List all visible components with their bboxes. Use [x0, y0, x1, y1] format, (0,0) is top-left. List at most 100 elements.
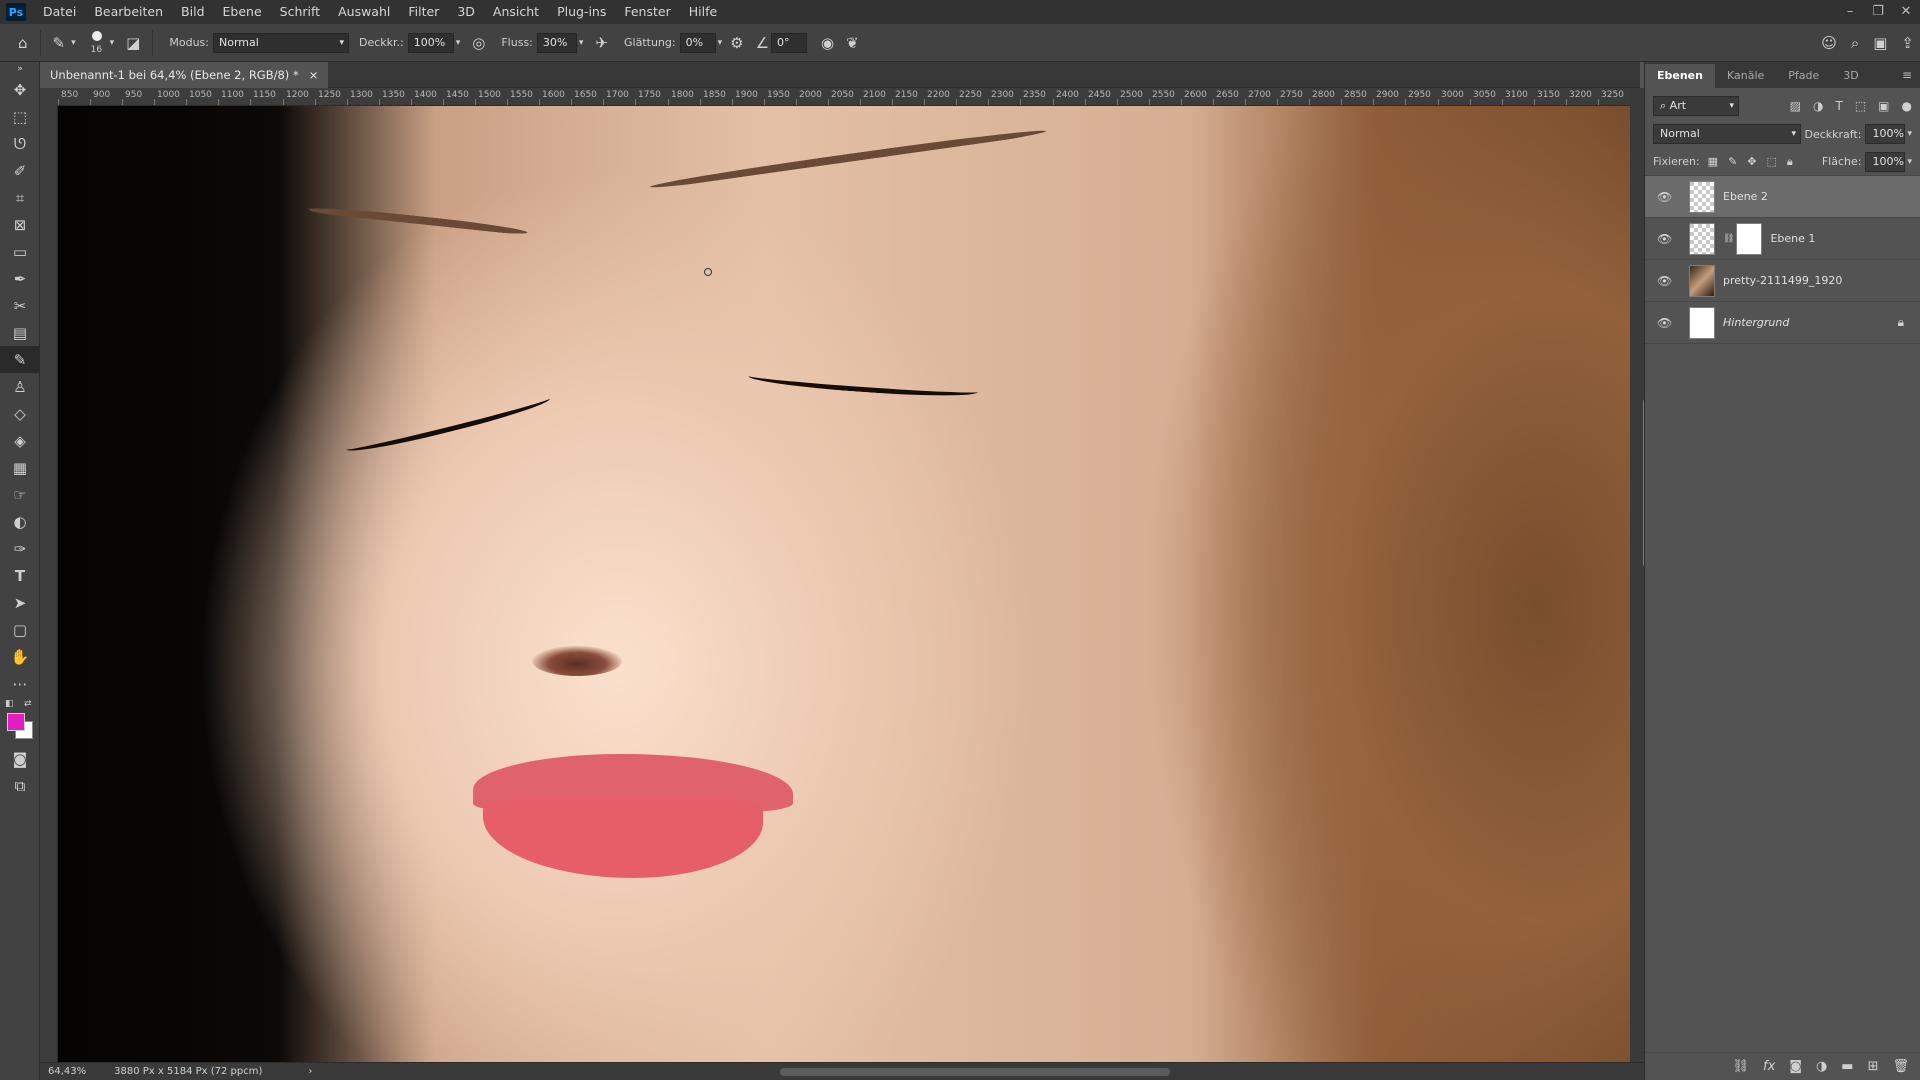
vertical-ruler[interactable] — [40, 106, 58, 1062]
clone-stamp-tool-icon[interactable]: ♙ — [0, 373, 40, 400]
chevron-down-icon[interactable]: ▾ — [1907, 129, 1912, 139]
fill-field[interactable]: 100% — [1865, 151, 1906, 172]
pressure-opacity-icon[interactable]: ◎ — [472, 34, 485, 52]
chevron-down-icon[interactable]: ▾ — [110, 38, 115, 48]
menu-filter[interactable]: Filter — [399, 0, 448, 24]
layer-filter-select[interactable]: ⌕ Art ▾ — [1653, 96, 1739, 116]
filter-toggle-icon[interactable]: ● — [1902, 99, 1912, 113]
crop-tool-icon[interactable]: ⌗ — [0, 184, 40, 211]
tab-pfade[interactable]: Pfade — [1776, 64, 1831, 88]
symmetry-butterfly-icon[interactable]: ❦ — [846, 34, 859, 52]
airbrush-icon[interactable]: ✈ — [595, 34, 608, 52]
menu-ebene[interactable]: Ebene — [214, 0, 271, 24]
new-layer-icon[interactable]: ⊞ — [1868, 1059, 1879, 1074]
foreground-color-swatch[interactable] — [7, 713, 25, 731]
menu-datei[interactable]: Datei — [34, 0, 85, 24]
pen-tool-icon[interactable]: ✑ — [0, 535, 40, 562]
horizontal-ruler[interactable]: 850 900 950 1000 1050 1100 1150 1200 1250 1300 135… — [58, 88, 1630, 106]
chevron-down-icon[interactable]: ▾ — [718, 38, 723, 48]
workspace-icon[interactable]: ▣ — [1873, 34, 1887, 52]
restore-button[interactable]: ❐ — [1864, 0, 1892, 24]
smoothing-settings-gear-icon[interactable]: ⚙ — [730, 34, 743, 52]
brush-tool-icon[interactable]: ✎ — [0, 346, 40, 373]
layer-photo[interactable]: 👁︎ pretty-2111499_1920 — [1645, 260, 1920, 302]
healing-brush-tool-icon[interactable]: ✂ — [0, 292, 40, 319]
mode-select[interactable]: Normal ▾ — [212, 32, 349, 53]
menu-schrift[interactable]: Schrift — [271, 0, 329, 24]
chevron-down-icon[interactable]: ▾ — [579, 38, 584, 48]
brush-size-picker[interactable]: 16 — [84, 28, 110, 58]
layer-mask-thumbnail[interactable] — [1736, 222, 1763, 255]
panel-menu-icon[interactable]: ≡ — [1902, 68, 1912, 82]
tab-3d[interactable]: 3D — [1831, 64, 1870, 88]
flow-field[interactable]: 30% — [536, 32, 577, 53]
quick-selection-tool-icon[interactable]: ✐ — [0, 157, 40, 184]
lock-image-icon[interactable]: ✎ — [1728, 155, 1737, 168]
lock-all-icon[interactable]: 🔒︎ — [1787, 155, 1793, 169]
lock-transparent-icon[interactable]: ▦ — [1708, 155, 1718, 168]
gradient-tool-icon[interactable]: ▦ — [0, 454, 40, 481]
close-window-button[interactable]: ✕ — [1892, 0, 1920, 24]
paint-bucket-tool-icon[interactable]: ◈ — [0, 427, 40, 454]
menu-bild[interactable]: Bild — [172, 0, 213, 24]
chevron-down-icon[interactable]: ▾ — [71, 38, 76, 48]
blend-mode-select[interactable]: Normal ▾ — [1653, 124, 1801, 144]
tab-kanaele[interactable]: Kanäle — [1715, 64, 1776, 88]
layer-hintergrund[interactable]: 👁︎ Hintergrund 🔒︎ — [1645, 302, 1920, 344]
share-icon[interactable]: ⇪ — [1901, 34, 1914, 52]
vertical-scrollbar[interactable] — [1630, 88, 1651, 1062]
type-tool-icon[interactable]: T — [0, 562, 40, 589]
path-selection-tool-icon[interactable]: ➤ — [0, 589, 40, 616]
home-icon[interactable]: ⌂ — [18, 34, 28, 52]
menu-plugins[interactable]: Plug-ins — [548, 0, 615, 24]
minimize-button[interactable]: – — [1836, 0, 1864, 24]
lock-artboard-icon[interactable]: ⬚ — [1767, 155, 1777, 168]
menu-ansicht[interactable]: Ansicht — [484, 0, 548, 24]
visibility-eye-icon[interactable]: 👁︎ — [1657, 274, 1679, 288]
tab-ebenen[interactable]: Ebenen — [1645, 64, 1715, 88]
quick-mask-icon[interactable]: ◙ — [0, 745, 40, 772]
filter-pixel-icon[interactable]: ▨ — [1790, 99, 1801, 113]
status-menu-arrow[interactable]: › — [308, 1066, 312, 1077]
new-group-folder-icon[interactable]: ▬ — [1841, 1059, 1853, 1074]
zoom-level[interactable]: 64,43% — [48, 1066, 86, 1077]
layer-opacity-field[interactable]: 100% — [1865, 124, 1906, 144]
layer-style-fx-icon[interactable]: fx — [1763, 1059, 1775, 1074]
layer-ebene-2[interactable]: 👁︎ Ebene 2 — [1645, 176, 1920, 218]
eyedropper-tool-icon[interactable]: ✒ — [0, 265, 40, 292]
menu-3d[interactable]: 3D — [448, 0, 484, 24]
adjustment-layer-icon[interactable]: ◑ — [1816, 1059, 1827, 1074]
search-icon[interactable]: ⌕ — [1851, 34, 1859, 52]
frame-tool-icon[interactable]: ⊠ — [0, 211, 40, 238]
visibility-eye-icon[interactable]: 👁︎ — [1657, 232, 1679, 246]
menu-fenster[interactable]: Fenster — [615, 0, 679, 24]
opacity-field[interactable]: 100% — [407, 32, 454, 53]
default-colors-icon[interactable]: ◧ — [5, 699, 14, 709]
visibility-eye-icon[interactable]: 👁︎ — [1657, 316, 1679, 330]
smudge-tool-icon[interactable]: ☞ — [0, 481, 40, 508]
eraser-tool-icon[interactable]: ◇ — [0, 400, 40, 427]
menu-hilfe[interactable]: Hilfe — [680, 0, 726, 24]
ruler-corner[interactable] — [40, 88, 58, 106]
filter-adjustment-icon[interactable]: ◑ — [1813, 99, 1823, 113]
horizontal-scrollbar-thumb[interactable] — [780, 1068, 1170, 1076]
pressure-size-icon[interactable]: ◉ — [821, 34, 834, 52]
menu-bearbeiten[interactable]: Bearbeiten — [85, 0, 172, 24]
filter-type-icon[interactable]: T — [1835, 99, 1842, 113]
document-canvas[interactable] — [58, 106, 1630, 1062]
more-tools-icon[interactable]: ⋯ — [0, 670, 40, 697]
visibility-eye-icon[interactable]: 👁︎ — [1657, 190, 1679, 204]
angle-field[interactable]: 0° — [771, 32, 808, 53]
swap-colors-icon[interactable]: ⇄ — [24, 699, 32, 709]
ruler-tool-icon[interactable]: ▭ — [0, 238, 40, 265]
brush-settings-icon[interactable]: ◪ — [126, 34, 140, 52]
mask-link-icon[interactable]: ⛓︎ — [1723, 234, 1734, 244]
screen-mode-icon[interactable]: ⧉ — [0, 772, 40, 799]
close-tab-icon[interactable]: × — [309, 68, 319, 82]
filter-shape-icon[interactable]: ⬚ — [1855, 99, 1866, 113]
bandage-tool-icon[interactable]: ▤ — [0, 319, 40, 346]
marquee-tool-icon[interactable]: ⬚ — [0, 103, 40, 130]
learn-icon[interactable]: ☺ — [1821, 34, 1837, 52]
layer-ebene-1[interactable]: 👁︎ ⛓︎ Ebene 1 — [1645, 218, 1920, 260]
menu-auswahl[interactable]: Auswahl — [329, 0, 399, 24]
